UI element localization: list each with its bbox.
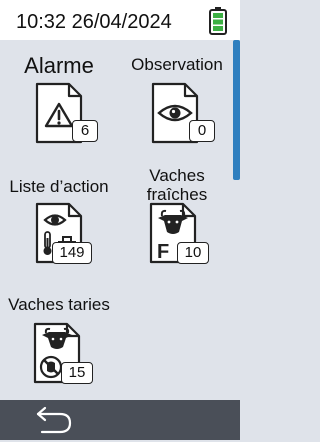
tile-vaches-fraiches[interactable]: Vaches fraîches F 10 (118, 160, 236, 285)
count-badge: 6 (72, 120, 98, 142)
tile-label-line1: Vaches (149, 166, 205, 185)
tile-vaches-taries[interactable]: Vaches taries 15 (0, 285, 118, 400)
menu-content: Alarme 6 Observation 0 Liste d’action 14… (0, 40, 240, 400)
count-badge: 149 (52, 242, 92, 264)
svg-text:F: F (157, 241, 169, 263)
tile-observation[interactable]: Observation 0 (118, 40, 236, 160)
count-badge: 10 (177, 242, 209, 264)
count-badge: 0 (189, 120, 215, 142)
bottom-bar (0, 400, 240, 440)
tile-liste-action[interactable]: Liste d’action 149 (0, 160, 118, 285)
tile-alarme[interactable]: Alarme 6 (0, 40, 118, 160)
back-arrow-icon (36, 406, 72, 434)
status-time: 10:32 26/04/2024 (16, 11, 172, 33)
count-badge: 15 (61, 362, 93, 384)
tile-label: Alarme (24, 53, 94, 78)
scrollbar[interactable] (233, 40, 240, 180)
tile-label: Observation (131, 55, 223, 74)
back-button[interactable] (24, 403, 80, 437)
tile-label: Vaches taries (8, 295, 110, 314)
battery-icon (209, 7, 227, 35)
tile-label: Liste d’action (9, 177, 109, 196)
status-bar: 10:32 26/04/2024 (0, 0, 240, 40)
